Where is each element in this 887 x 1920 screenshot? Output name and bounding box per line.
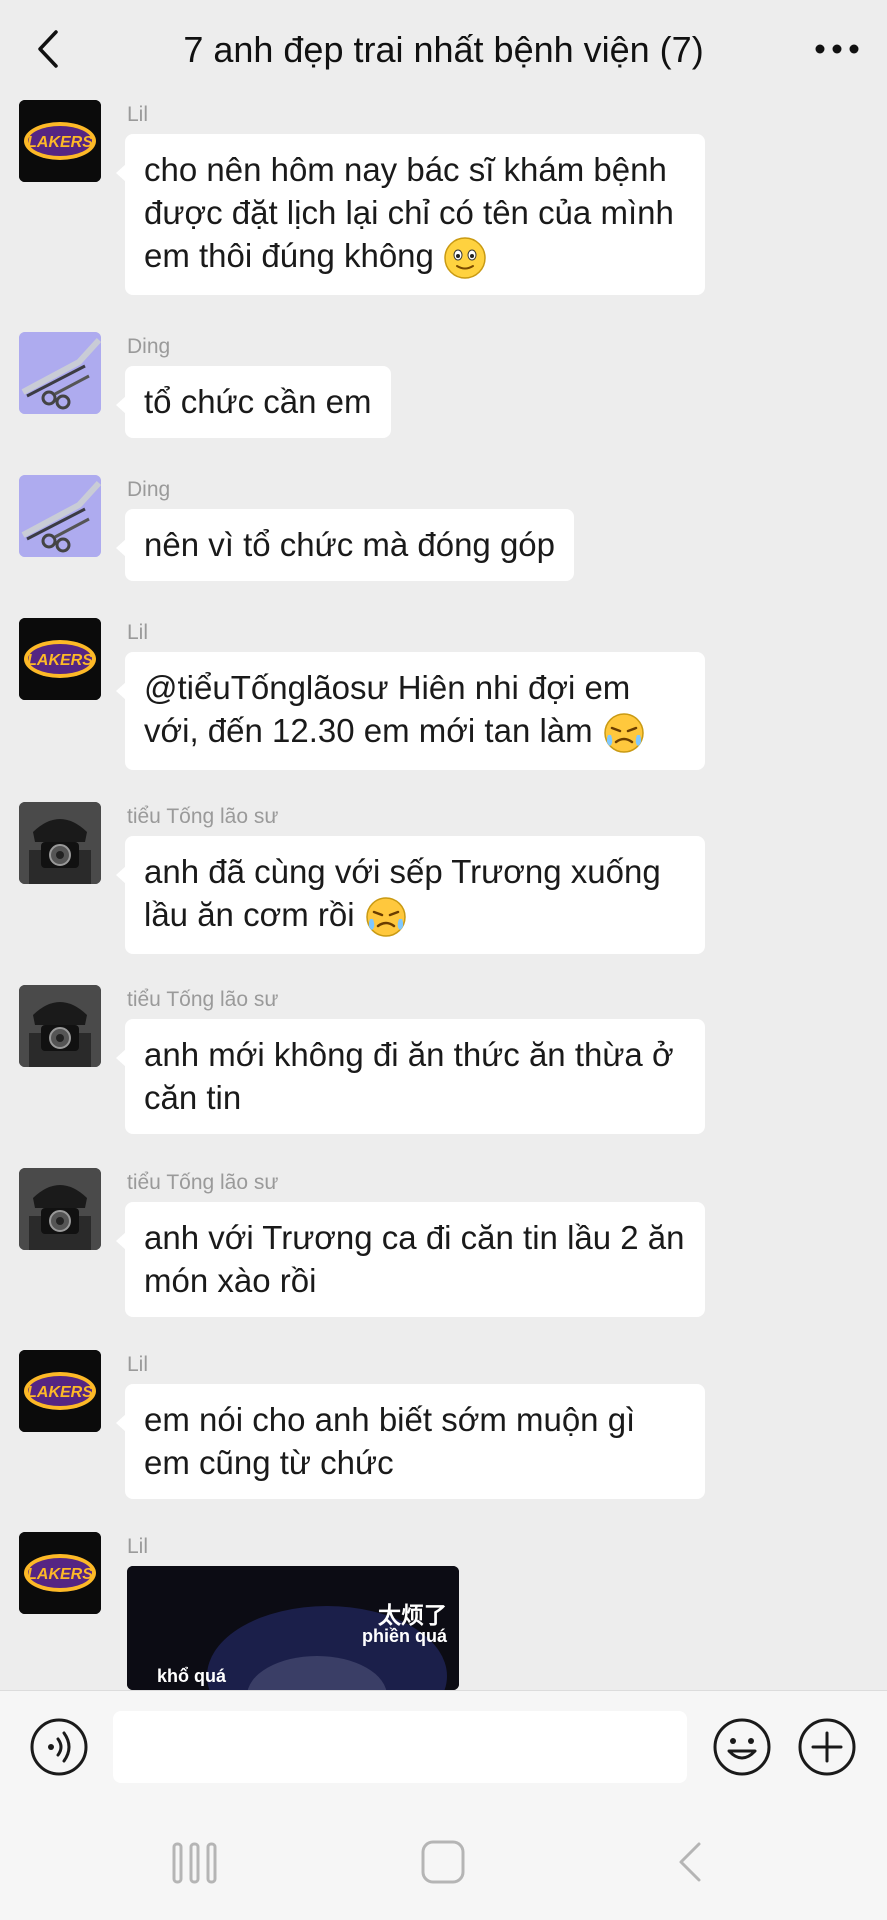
avatar[interactable] [19,802,101,884]
voice-icon [30,1718,88,1776]
avatar[interactable] [19,475,101,557]
sender-name: tiểu Tống lão sư [127,805,279,828]
camera-person-icon [19,802,101,884]
sticker-caption-vi2: khổ quá [157,1666,227,1686]
sender-name: tiểu Tống lão sư [127,988,279,1011]
recent-apps-button[interactable] [160,1832,230,1892]
back-arrow-icon [679,1842,701,1882]
message-bubble[interactable]: em nói cho anh biết sớm muộn gì em cũng … [116,1384,705,1499]
message-bubble[interactable]: nên vì tổ chức mà đóng góp [115,509,575,581]
voice-button[interactable] [29,1717,89,1777]
avatar[interactable] [19,985,101,1067]
recent-apps-icon [172,1842,217,1884]
lakers-logo-icon: LAKERS [19,1350,101,1432]
message-input[interactable] [113,1711,687,1783]
emoji-button[interactable] [712,1717,772,1777]
camera-person-icon [19,985,101,1067]
sticker-caption-vi: phiền quá [362,1626,447,1646]
message-bubble[interactable]: anh đã cùng với sếp Trương xuống lầu ăn … [116,836,705,955]
message-text: anh mới không đi ăn thức ăn thừa ở căn t… [144,1036,674,1116]
sender-name: Lil [127,1535,149,1558]
surgical-tools-icon [19,475,101,557]
sender-name: Ding [127,335,171,358]
message-bubble[interactable]: @tiểuTốnglãosư Hiên nhi đợi em với, đến … [116,652,705,771]
message-input-bar [0,1690,887,1803]
message-text: @tiểuTốnglãosư Hiên nhi đợi em với, đến … [144,669,631,749]
system-back-button[interactable] [655,1832,725,1892]
crying-emoji-icon [604,713,644,754]
crying-emoji-icon [365,897,406,938]
avatar[interactable]: LAKERS [19,100,101,182]
message-text: cho nên hôm nay bác sĩ khám bệnh được đặ… [144,151,674,274]
back-button[interactable] [28,26,68,72]
message-bubble[interactable]: cho nên hôm nay bác sĩ khám bệnh được đặ… [116,134,705,296]
sticker-caption-zh: 太烦了 [378,1602,447,1628]
sender-name: Lil [127,621,149,644]
avatar[interactable] [19,332,101,414]
chevron-left-icon [38,30,58,68]
sticker-image[interactable]: 太烦了 phiền quá khổ quá [127,1566,459,1690]
more-button[interactable] [807,26,867,72]
system-navigation-bar [0,1802,887,1920]
svg-text:LAKERS: LAKERS [27,1566,93,1583]
more-dots-icon [815,44,859,54]
sender-name: Ding [127,478,171,501]
message-bubble[interactable]: tổ chức cần em [116,366,391,438]
lakers-logo-icon: LAKERS [19,100,101,182]
avatar[interactable]: LAKERS [19,1350,101,1432]
sender-name: Lil [127,1353,149,1376]
avatar[interactable]: LAKERS [19,618,101,700]
chat-header: 7 anh đẹp trai nhất bệnh viện (7) [0,0,887,100]
message-bubble[interactable]: anh với Trương ca đi căn tin lầu 2 ăn mó… [116,1202,705,1317]
avatar[interactable]: LAKERS [19,1532,101,1614]
message-text: anh với Trương ca đi căn tin lầu 2 ăn mó… [144,1219,685,1299]
lakers-logo-icon: LAKERS [19,618,101,700]
svg-text:LAKERS: LAKERS [27,134,93,151]
surgical-tools-icon [19,332,101,414]
svg-text:LAKERS: LAKERS [27,652,93,669]
message-bubble[interactable]: anh mới không đi ăn thức ăn thừa ở căn t… [116,1019,705,1134]
svg-text:LAKERS: LAKERS [27,1384,93,1401]
camera-person-icon [19,1168,101,1250]
plus-icon [798,1718,856,1776]
home-button[interactable] [408,1832,478,1892]
message-text: nên vì tổ chức mà đóng góp [144,526,556,563]
sender-name: tiểu Tống lão sư [127,1171,279,1194]
more-functions-button[interactable] [797,1717,857,1777]
lakers-logo-icon: LAKERS [19,1532,101,1614]
chat-title: 7 anh đẹp trai nhất bệnh viện (7) [183,29,704,70]
message-text: tổ chức cần em [144,383,372,420]
sender-name: Lil [127,103,149,126]
message-text: em nói cho anh biết sớm muộn gì em cũng … [144,1401,636,1481]
emoji-face-icon [713,1718,771,1776]
home-square-icon [421,1840,465,1884]
chat-message-list[interactable]: LAKERS Lil cho nên hôm nay bác sĩ khám b… [0,100,887,1690]
avatar[interactable] [19,1168,101,1250]
smile-emoji-icon [444,237,486,280]
